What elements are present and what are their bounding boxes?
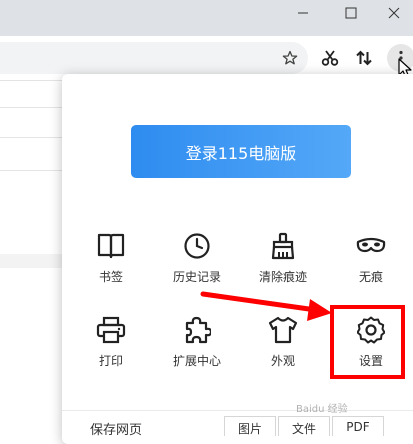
bookmark-star-button[interactable]: [276, 44, 304, 72]
save-as-pdf-button[interactable]: PDF: [332, 416, 384, 436]
broom-icon: [271, 232, 295, 260]
page-band: [0, 254, 70, 268]
menu-item-label: 历史记录: [172, 270, 221, 284]
address-bar[interactable]: [0, 42, 308, 74]
maximize-icon: [345, 7, 357, 19]
login-button[interactable]: 登录115电脑版: [131, 125, 351, 178]
up-down-arrows-icon: [356, 50, 372, 66]
scissors-icon: [321, 50, 339, 66]
close-icon: [388, 7, 400, 19]
sync-transfer-button[interactable]: [350, 44, 378, 72]
star-icon: [282, 50, 298, 65]
menu-item-print[interactable]: 打印: [71, 316, 151, 369]
menu-item-incognito[interactable]: 无痕: [331, 232, 411, 285]
menu-item-label: 清除痕迹: [258, 270, 307, 284]
mask-icon: [356, 237, 386, 253]
menu-item-label: 打印: [98, 354, 123, 368]
save-as-image-button[interactable]: 图片: [224, 416, 276, 436]
screenshot-scissors-button[interactable]: [316, 44, 344, 72]
minimize-icon: [298, 12, 308, 14]
save-page-label: 保存网页: [90, 423, 143, 438]
page-divider: [0, 170, 64, 171]
close-window-button[interactable]: [374, 0, 413, 26]
window-titlebar: [0, 0, 413, 36]
menu-item-label: 书签: [98, 270, 123, 284]
save-as-file-button[interactable]: 文件: [278, 416, 330, 436]
maximize-button[interactable]: [328, 0, 374, 26]
printer-icon: [96, 316, 126, 344]
watermark-text: Baidu 经验: [296, 404, 348, 415]
clock-icon: [184, 233, 210, 259]
menu-item-bookmarks[interactable]: 书签: [71, 232, 151, 285]
menu-item-clear-traces[interactable]: 清除痕迹: [243, 232, 323, 285]
annotation-arrow-icon: [200, 291, 332, 321]
menu-item-label: 扩展中心: [172, 354, 221, 368]
page-divider: [0, 137, 64, 138]
highlight-box: [330, 305, 405, 379]
page-divider: [0, 107, 64, 108]
menu-item-label: 外观: [270, 354, 295, 368]
book-icon: [97, 233, 125, 259]
menu-item-label: 无痕: [358, 270, 383, 284]
menu-item-history[interactable]: 历史记录: [157, 232, 237, 285]
minimize-button[interactable]: [280, 0, 326, 26]
